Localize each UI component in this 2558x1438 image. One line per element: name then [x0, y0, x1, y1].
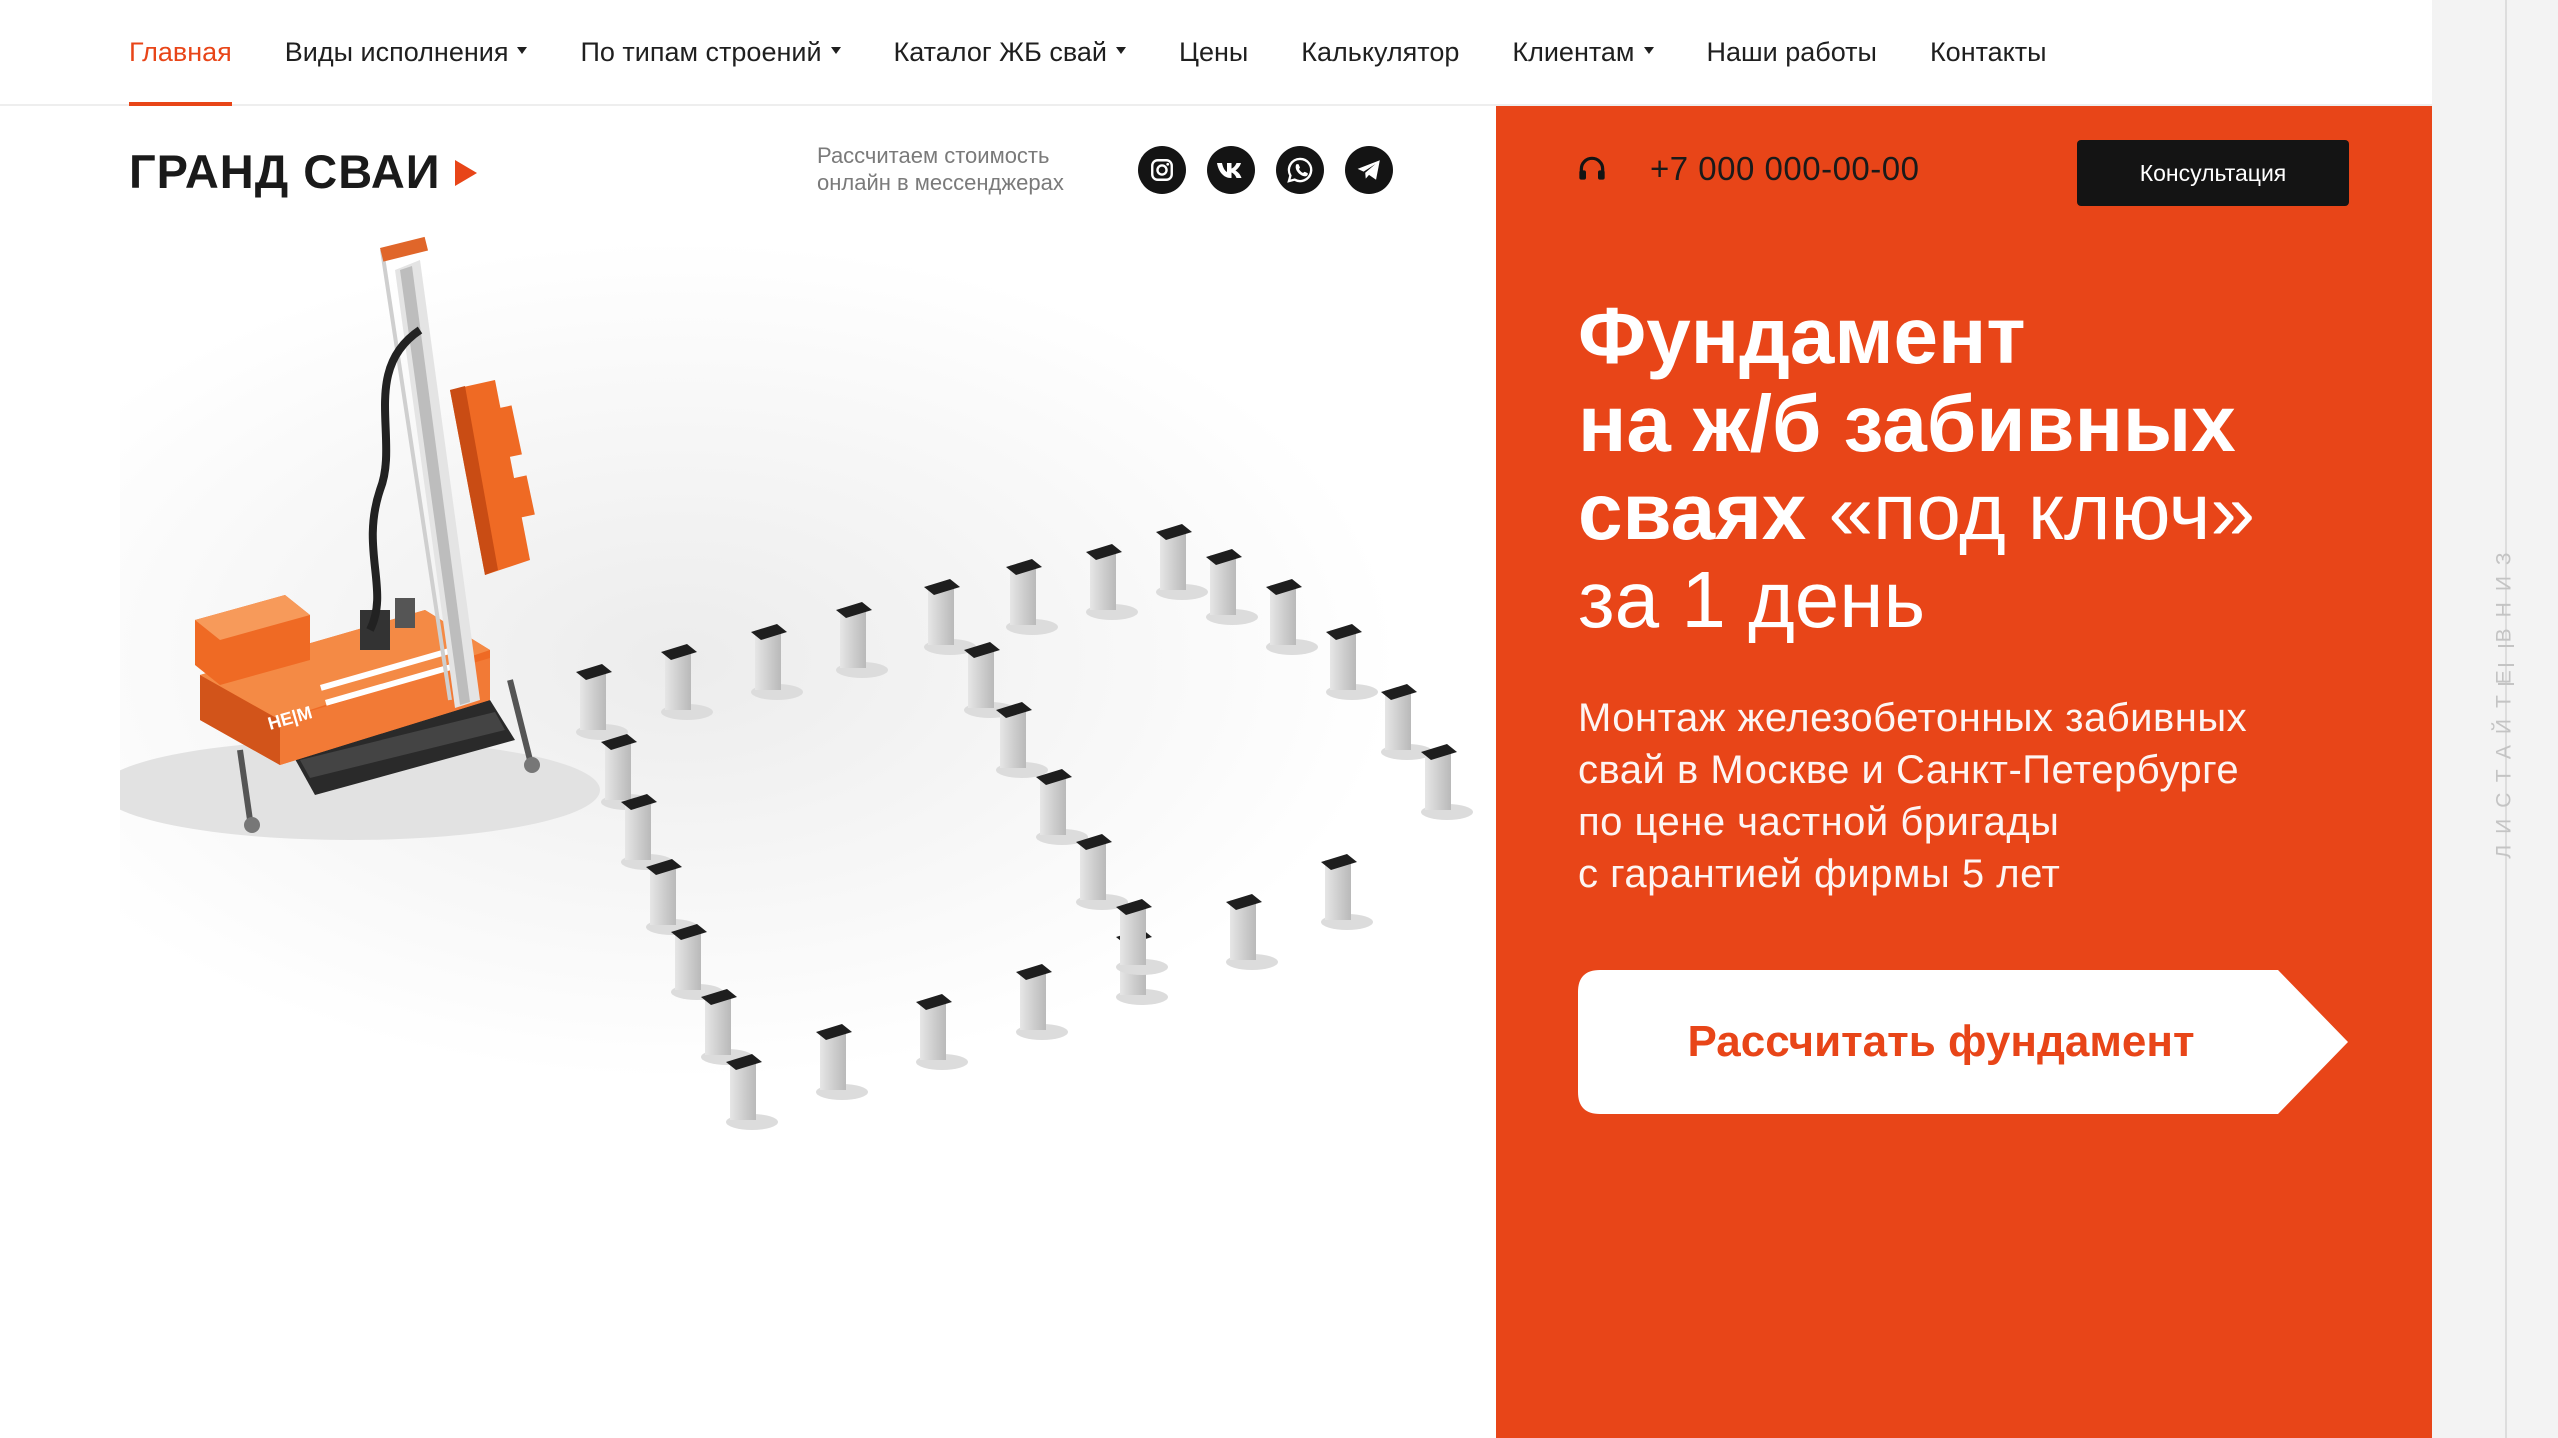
nav-item-label: Контакты — [1929, 36, 2047, 67]
headline-line: на ж/б забивных — [1578, 379, 2236, 468]
nav-item-pile-catalog[interactable]: Каталог ЖБ свай — [894, 0, 1126, 104]
vk-icon[interactable] — [1207, 146, 1255, 194]
logo-text: ГРАНД СВАИ — [129, 145, 441, 198]
caret-down-icon — [830, 46, 841, 54]
messenger-note-line: Рассчитаем стоимость — [817, 143, 1050, 168]
nav-item-calculator[interactable]: Калькулятор — [1301, 0, 1459, 104]
top-navigation: Главная Виды исполнения По типам строени… — [0, 0, 2432, 106]
description-line: по цене частной бригады — [1578, 800, 2060, 844]
pile — [1226, 894, 1278, 970]
nav-item-label: Клиентам — [1512, 36, 1635, 67]
consultation-button[interactable]: Консультация — [2077, 140, 2349, 206]
nav-item-home[interactable]: Главная — [129, 0, 232, 106]
nav-item-label: Калькулятор — [1301, 36, 1460, 67]
hero-headline: Фундамент на ж/б забивных сваях «под клю… — [1578, 292, 2255, 644]
nav-item-label: Цены — [1178, 36, 1249, 67]
caret-down-icon — [1643, 46, 1654, 54]
nav-list: Главная Виды исполнения По типам строени… — [129, 0, 2047, 106]
description-line: Монтаж железобетонных забивных — [1578, 696, 2248, 740]
whatsapp-icon[interactable] — [1276, 146, 1324, 194]
caret-down-icon — [1115, 46, 1126, 54]
pile — [1381, 684, 1433, 760]
social-links — [1138, 146, 1393, 194]
messenger-note-line: онлайн в мессенджерах — [817, 170, 1064, 195]
nav-item-label: Главная — [129, 36, 232, 67]
nav-item-our-works[interactable]: Наши работы — [1707, 0, 1877, 104]
hero-description: Монтаж железобетонных забивных свай в Мо… — [1578, 692, 2398, 900]
hero-illustration: HE|M — [0, 230, 1500, 1150]
nav-item-label: Наши работы — [1706, 36, 1877, 67]
nav-item-label: По типам строений — [580, 36, 822, 67]
headline-line: за 1 день — [1578, 555, 1926, 644]
scroll-hint-text: ЛИСТАЙТЕ ВНИЗ — [2493, 541, 2517, 859]
nav-item-building-types[interactable]: По типам строений — [580, 0, 841, 104]
nav-item-execution-types[interactable]: Виды исполнения — [285, 0, 528, 104]
headset-icon — [1579, 156, 1605, 180]
description-line: с гарантией фирмы 5 лет — [1578, 852, 2061, 896]
calculate-foundation-button[interactable]: Рассчитать фундамент — [1578, 970, 2348, 1114]
cta-label: Рассчитать фундамент — [1687, 1017, 2195, 1066]
logo[interactable]: ГРАНД СВАИ — [129, 144, 477, 199]
scroll-down-hint[interactable]: ЛИСТАЙТЕ ВНИЗ — [2490, 490, 2520, 910]
caret-down-icon — [517, 46, 528, 54]
pile — [1421, 744, 1473, 820]
messenger-note: Рассчитаем стоимость онлайн в мессенджер… — [817, 142, 1064, 196]
nav-item-label: Каталог ЖБ свай — [893, 36, 1107, 67]
headline-line: «под ключ» — [1828, 467, 2255, 556]
nav-item-contacts[interactable]: Контакты — [1930, 0, 2047, 104]
headline-line: Фундамент — [1578, 291, 2026, 380]
headline-line: сваях — [1578, 467, 1807, 556]
logo-arrow-icon — [454, 159, 477, 186]
scroll-menu-icon — [2498, 645, 2514, 685]
phone-block[interactable]: +7 000 000-00-00 — [1576, 150, 1919, 188]
telegram-icon[interactable] — [1345, 146, 1393, 194]
nav-item-clients[interactable]: Клиентам — [1512, 0, 1654, 104]
phone-number[interactable]: +7 000 000-00-00 — [1650, 150, 1919, 188]
pile-driver-scene: HE|M — [0, 236, 1473, 1130]
nav-item-label: Виды исполнения — [284, 36, 509, 67]
pile — [1321, 854, 1373, 930]
description-line: свай в Москве и Санкт-Петербурге — [1578, 748, 2240, 792]
nav-item-prices[interactable]: Цены — [1179, 0, 1248, 104]
instagram-icon[interactable] — [1138, 146, 1186, 194]
